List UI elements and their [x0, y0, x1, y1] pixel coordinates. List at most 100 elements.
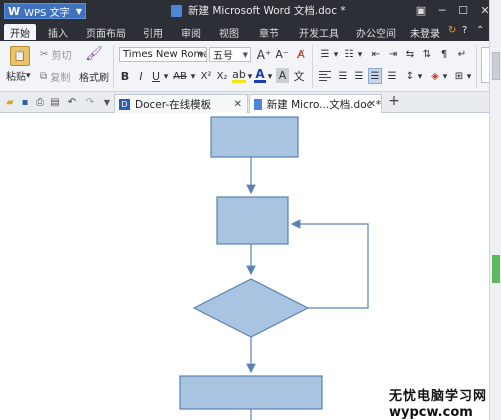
chevron-down-icon[interactable]: ▾ — [466, 70, 472, 84]
copy-button[interactable]: ⧉ 复制 — [40, 69, 70, 84]
process-box-middle[interactable] — [216, 196, 289, 245]
numbered-list-icon[interactable]: ☷ — [342, 47, 356, 61]
save-icon[interactable]: ▪ — [19, 96, 31, 108]
skin-icon[interactable]: ▣ — [410, 2, 432, 19]
line-spacing-icon[interactable]: ↕ — [403, 69, 417, 83]
cut-button[interactable]: ✂ 剪切 — [40, 47, 72, 62]
border-icon[interactable]: ⊞ — [452, 69, 466, 83]
italic-button[interactable]: I — [135, 69, 147, 83]
justify-icon[interactable]: ☰ — [368, 68, 382, 84]
expand-icon[interactable]: ⌃ — [476, 25, 484, 36]
minimize-button[interactable]: ─ — [431, 2, 453, 19]
paste-button[interactable]: 粘贴 ▾ — [6, 68, 31, 84]
customize-icon[interactable]: ▼ — [101, 96, 113, 108]
font-color-button[interactable]: A — [254, 67, 266, 83]
scrollbar-thumb[interactable] — [492, 52, 500, 80]
login-status[interactable]: 未登录 — [410, 25, 440, 40]
highlight-icon[interactable]: ab — [232, 68, 246, 83]
shrink-font-button[interactable]: A⁻ — [275, 47, 289, 62]
clear-format-icon[interactable]: A̸ — [294, 47, 308, 62]
chevron-down-icon[interactable]: ▾ — [357, 48, 363, 62]
watermark-line1: 无忧电脑学习网 — [389, 389, 488, 404]
align-right-icon[interactable]: ☰ — [352, 69, 366, 83]
tab-section[interactable]: 章节 — [254, 24, 284, 40]
shading-icon[interactable]: ◈ — [428, 69, 442, 83]
maximize-button[interactable]: ☐ — [452, 2, 474, 19]
font-name-select[interactable]: Times New Roma ▼ — [119, 47, 207, 62]
increase-indent-icon[interactable]: ⇥ — [386, 47, 400, 61]
scissors-icon: ✂ — [40, 49, 49, 60]
divider — [312, 45, 313, 88]
chevron-down-icon[interactable]: ▾ — [442, 70, 448, 84]
redo-icon[interactable]: ↷ — [84, 96, 96, 108]
char-shading-button[interactable]: A — [276, 68, 289, 83]
undo-icon[interactable]: ↶ — [66, 96, 78, 108]
underline-button[interactable]: U — [150, 69, 162, 83]
tab-docer-templates[interactable]: D Docer-在线模板 ✕ — [114, 94, 248, 113]
format-painter-button[interactable]: 格式刷 — [79, 69, 109, 84]
document-canvas[interactable] — [0, 113, 489, 420]
sort-icon[interactable]: ⇅ — [420, 47, 434, 61]
process-box-bottom[interactable] — [179, 375, 323, 410]
tab-start[interactable]: 开始 — [4, 24, 36, 40]
chevron-down-icon[interactable]: ▾ — [417, 70, 423, 84]
tab-current-document[interactable]: 新建 Micro...文档.doc * ✕ — [249, 94, 382, 113]
paste-label: 粘贴 — [6, 72, 26, 83]
format-painter-icon[interactable]: 🖌 — [85, 45, 103, 63]
folder-open-icon[interactable]: ▰ — [4, 96, 16, 108]
tab-insert[interactable]: 插入 — [42, 24, 74, 40]
print-preview-icon[interactable]: ▤ — [49, 96, 61, 108]
paragraph-marks-icon[interactable]: ↵ — [455, 47, 469, 61]
refresh-icon[interactable]: ↻ — [448, 25, 456, 36]
bold-button[interactable]: B — [119, 69, 131, 83]
bullet-list-icon[interactable]: ☰ — [318, 47, 332, 61]
chevron-down-icon: ▼ — [242, 50, 248, 59]
paste-icon[interactable]: 📋 — [10, 46, 30, 66]
tab-review[interactable]: 审阅 — [176, 24, 206, 40]
subscript-button[interactable]: X₂ — [214, 69, 230, 83]
copy-label: 复制 — [50, 73, 71, 84]
help-icon[interactable]: ? — [462, 25, 467, 36]
align-center-icon[interactable]: ☰ — [336, 69, 350, 83]
align-left-icon[interactable] — [318, 69, 332, 83]
chevron-down-icon: ▼ — [198, 50, 204, 59]
menu-bar: 开始 插入 页面布局 引用 审阅 视图 章节 开发工具 办公空间 未登录 ↻ ?… — [0, 22, 501, 41]
cut-label: 剪切 — [51, 51, 72, 62]
chevron-down-icon[interactable]: ▾ — [162, 70, 170, 84]
vertical-scrollbar[interactable] — [489, 0, 501, 420]
decrease-indent-icon[interactable]: ⇤ — [369, 47, 383, 61]
print-icon[interactable]: ⎙ — [34, 96, 46, 108]
font-size-select[interactable]: 五号 ▼ — [209, 47, 251, 62]
docer-icon: D — [119, 98, 130, 110]
superscript-button[interactable]: X² — [198, 69, 214, 83]
close-icon[interactable]: ✕ — [234, 99, 242, 110]
window-title: 新建 Microsoft Word 文档.doc * — [171, 3, 346, 18]
tab-page-layout[interactable]: 页面布局 — [82, 24, 130, 40]
document-icon — [171, 4, 182, 17]
chevron-down-icon[interactable]: ▾ — [266, 70, 274, 84]
decision-diamond[interactable] — [192, 278, 310, 338]
app-menu-button[interactable]: W WPS 文字 ▼ — [4, 3, 86, 19]
divider — [113, 45, 114, 88]
chevron-down-icon[interactable]: ▾ — [333, 48, 339, 62]
grow-font-button[interactable]: A⁺ — [257, 47, 272, 62]
align-left-glyph — [319, 71, 331, 81]
tab-references[interactable]: 引用 — [138, 24, 168, 40]
tab-label: 新建 Micro...文档.doc * — [266, 98, 381, 111]
document-title: 新建 Microsoft Word 文档.doc * — [188, 5, 346, 17]
close-icon[interactable]: ✕ — [368, 99, 376, 110]
new-tab-button[interactable]: + — [388, 93, 400, 109]
chinese-layout-icon[interactable]: ⇆ — [403, 47, 417, 61]
tab-office-space[interactable]: 办公空间 — [352, 24, 400, 40]
tab-developer[interactable]: 开发工具 — [294, 24, 344, 40]
strikethrough-button[interactable]: AB — [171, 69, 189, 83]
chevron-down-icon[interactable]: ▾ — [246, 70, 254, 84]
chevron-down-icon[interactable]: ▾ — [189, 70, 197, 84]
tab-view[interactable]: 视图 — [214, 24, 244, 40]
show-marks-icon[interactable]: ¶ — [437, 47, 451, 61]
process-box-top[interactable] — [210, 116, 299, 158]
app-name: WPS 文字 — [24, 7, 70, 19]
distributed-align-icon[interactable]: ☰ — [385, 69, 399, 83]
status-indicator — [492, 255, 500, 283]
phonetic-guide-button[interactable]: 文 — [292, 68, 306, 83]
